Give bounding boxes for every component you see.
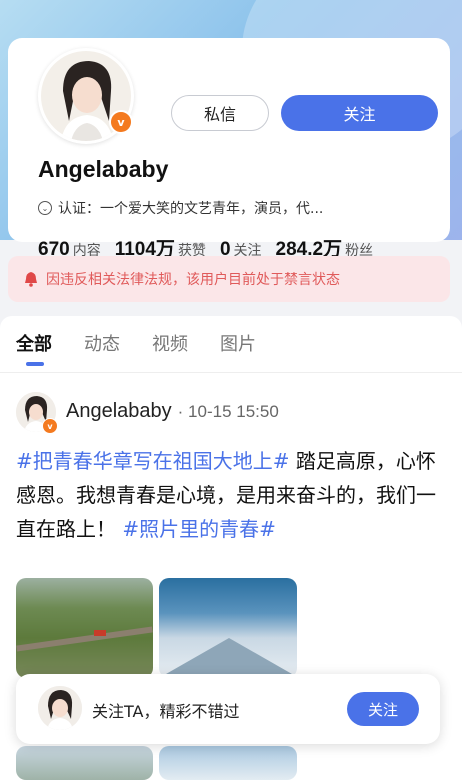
mute-notice: 因违反相关法律法规，该用户目前处于禁言状态 [8, 256, 450, 302]
photo-mountain [159, 638, 297, 678]
photo-car [94, 630, 106, 636]
post-photo[interactable] [16, 578, 153, 678]
post-header: Angelababy · 10-15 15:50 [66, 400, 279, 423]
tab-videos[interactable]: 视频 [152, 330, 188, 356]
mute-notice-text: 因违反相关法律法规，该用户目前处于禁言状态 [46, 272, 340, 288]
photo-road [16, 626, 153, 652]
post-verified-badge-icon: v [42, 418, 58, 434]
prompt-avatar[interactable] [38, 686, 82, 730]
feed-tabs: 全部 动态 视频 图片 [16, 330, 256, 366]
profile-name: Angelababy [38, 156, 169, 182]
follow-button[interactable]: 关注 [281, 95, 438, 131]
message-button[interactable]: 私信 [171, 95, 269, 131]
profile-card: v 私信 关注 Angelababy ⌄ 认证：一个爱大笑的文艺青年，演员，代.… [8, 38, 450, 260]
follow-prompt-bar: 关注TA，精彩不错过 关注 [16, 674, 440, 744]
post-timestamp: · 10-15 15:50 [177, 402, 279, 421]
hashtag-link[interactable]: #照片里的青春# [122, 517, 276, 541]
verification-text: 认证：一个爱大笑的文艺青年，演员，代... [58, 201, 324, 217]
divider [0, 372, 462, 373]
verification-line[interactable]: ⌄ 认证：一个爱大笑的文艺青年，演员，代... [38, 198, 323, 218]
hashtag-link[interactable]: #把青春华章写在祖国大地上# [16, 449, 290, 473]
bell-icon [25, 272, 37, 287]
verified-badge-icon: v [109, 110, 133, 134]
post-body: #把青春华章写在祖国大地上# 踏足高原，心怀感恩。我想青春是心境，是用来奋斗的，… [16, 444, 446, 546]
tab-images[interactable]: 图片 [220, 330, 256, 356]
avatar-portrait [38, 686, 82, 730]
verification-chevron-icon: ⌄ [38, 201, 52, 215]
post-photo[interactable] [16, 746, 153, 780]
post-photo[interactable] [159, 578, 297, 678]
post-photo[interactable] [159, 746, 297, 780]
prompt-follow-button[interactable]: 关注 [347, 692, 419, 726]
follow-prompt-text: 关注TA，精彩不错过 [92, 702, 240, 721]
post-username[interactable]: Angelababy [66, 400, 172, 423]
tab-updates[interactable]: 动态 [84, 330, 120, 356]
tab-all[interactable]: 全部 [16, 330, 52, 366]
